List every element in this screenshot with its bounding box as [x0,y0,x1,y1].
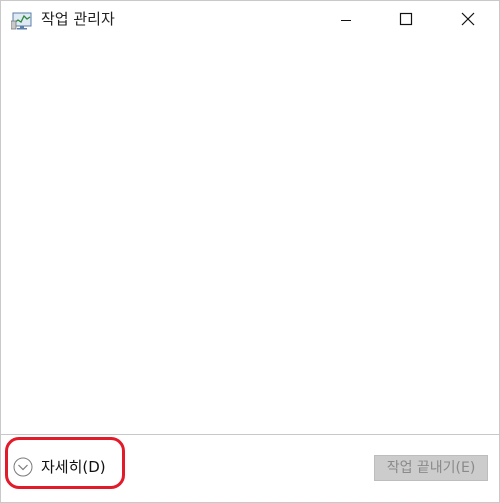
window-title: 작업 관리자 [41,10,115,28]
end-task-button[interactable]: 작업 끝내기(E) [374,455,488,481]
maximize-button[interactable] [383,1,429,39]
minimize-icon [340,11,352,30]
task-manager-icon [10,11,33,31]
process-list-area [1,39,499,434]
close-button[interactable] [445,1,491,39]
task-manager-window: 작업 관리자 자세히(D) 작업 끝내기(E) [0,0,500,503]
title-bar[interactable]: 작업 관리자 [1,1,499,39]
close-icon [461,11,475,30]
maximize-icon [399,11,413,30]
minimize-button[interactable] [323,1,369,39]
red-highlight-annotation [5,437,125,489]
